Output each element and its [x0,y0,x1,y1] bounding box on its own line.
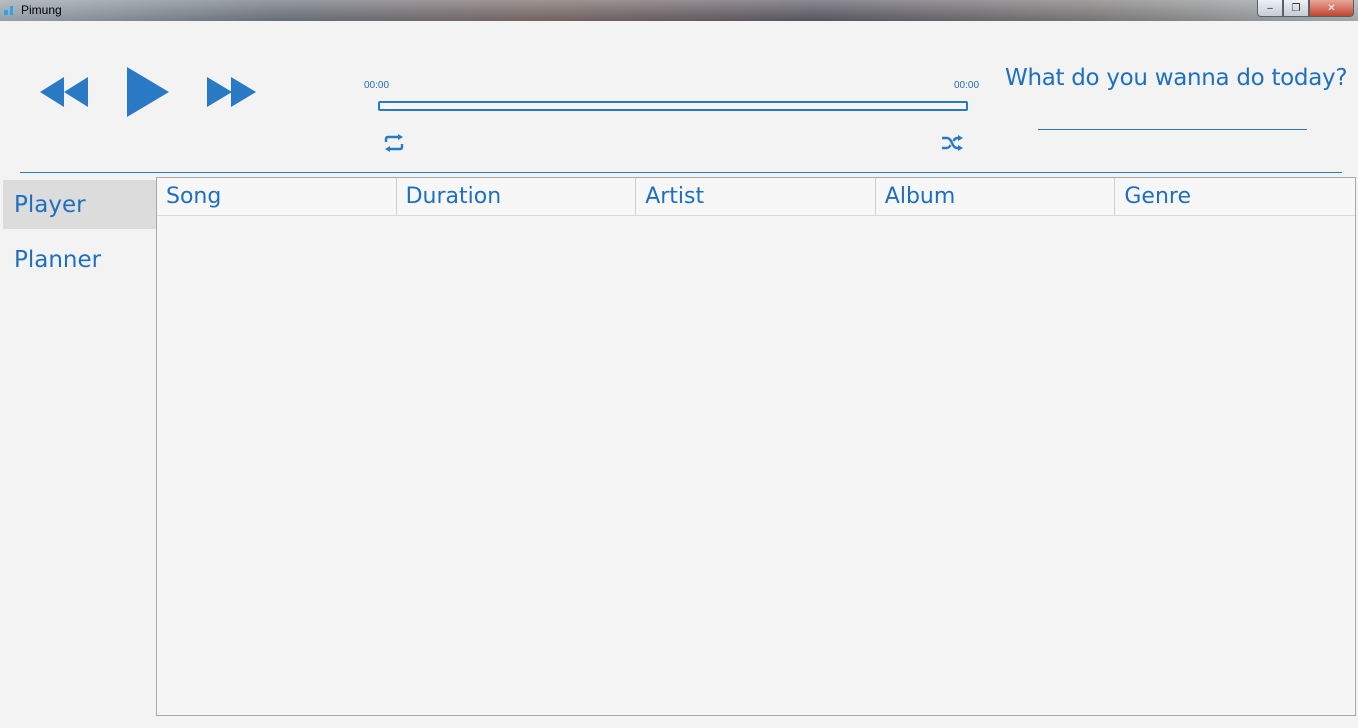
app-music-icon [4,6,13,15]
fast-forward-icon[interactable] [207,77,256,107]
table-header: Song Duration Artist Album Genre [157,178,1355,216]
total-time: 00:00 [954,80,980,91]
repeat-icon[interactable] [383,134,405,152]
title-bar-background [0,0,1358,21]
header-divider [20,172,1342,173]
column-header-album[interactable]: Album [876,178,1116,215]
sidebar-item-planner[interactable]: Planner [3,235,156,284]
rewind-icon[interactable] [40,77,88,107]
window-controls: ‒ ❐ ✕ [1257,0,1354,17]
sidebar: Player Planner [3,180,156,284]
window-title: Pimung [21,3,62,17]
column-header-artist[interactable]: Artist [636,178,876,215]
close-button[interactable]: ✕ [1309,0,1354,17]
play-icon[interactable] [127,67,169,117]
sidebar-item-player[interactable]: Player [3,180,156,229]
column-header-duration[interactable]: Duration [397,178,637,215]
prompt-question: What do you wanna do today? [1005,65,1348,91]
window-title-bar: Pimung ‒ ❐ ✕ [0,0,1358,21]
maximize-button[interactable]: ❐ [1283,0,1309,17]
song-table[interactable]: Song Duration Artist Album Genre [156,177,1356,716]
current-time: 00:00 [364,80,390,91]
progress-bar[interactable] [378,101,968,111]
column-header-song[interactable]: Song [157,178,397,215]
minimize-button[interactable]: ‒ [1257,0,1283,17]
prompt-input[interactable] [1038,104,1307,130]
shuffle-icon[interactable] [941,134,963,152]
column-header-genre[interactable]: Genre [1115,178,1355,215]
